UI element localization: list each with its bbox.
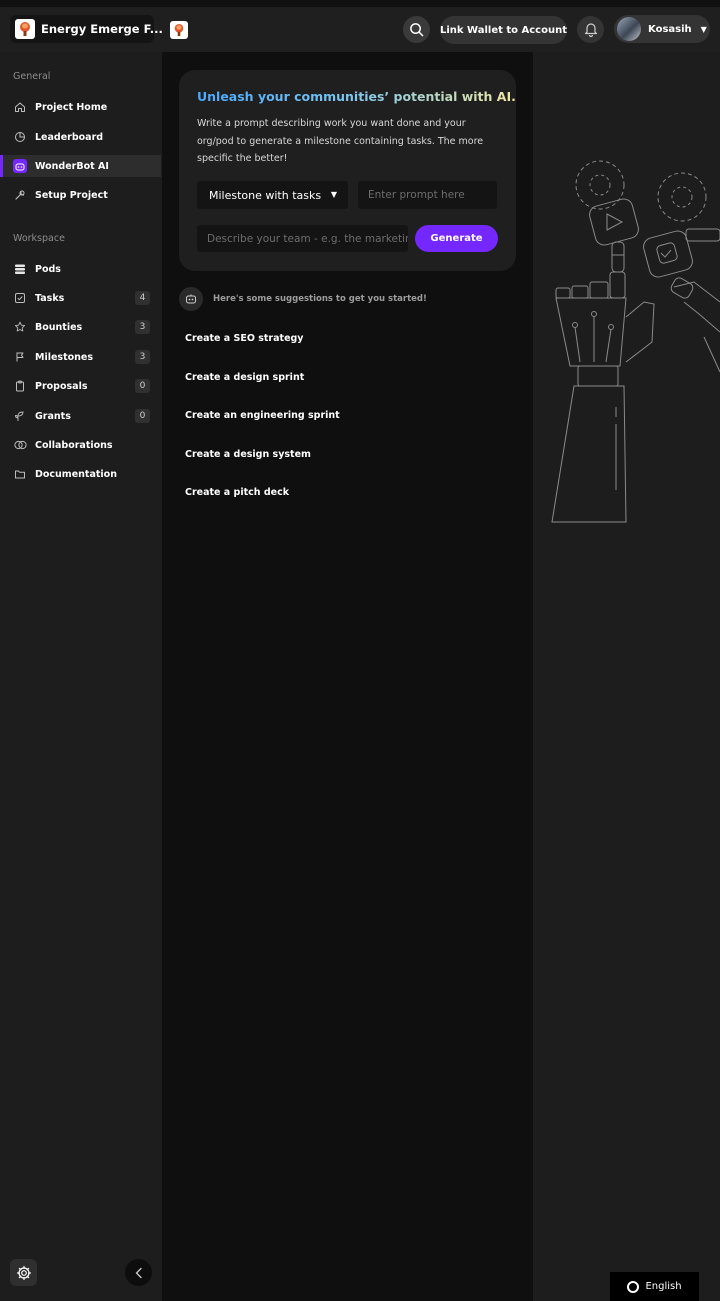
home-icon [13, 100, 27, 114]
language-label: English [645, 1281, 682, 1292]
sidebar-item-label: Project Home [35, 101, 108, 113]
suggestions-header: Here's some suggestions to get you start… [179, 287, 427, 311]
sidebar-item-grants[interactable]: Grants 0 [0, 405, 161, 427]
avatar [617, 17, 641, 41]
section-label-workspace: Workspace [13, 233, 65, 244]
settings-button[interactable] [10, 1259, 37, 1286]
chevron-left-icon [135, 1267, 142, 1278]
robot-hand-illustration [551, 160, 720, 523]
prompt-input[interactable] [358, 181, 497, 209]
sidebar-item-label: Setup Project [35, 189, 108, 201]
folder-icon [13, 467, 27, 481]
suggestion-item[interactable]: Create a design system [185, 449, 311, 460]
suggestion-item[interactable]: Create a design sprint [185, 372, 304, 383]
sidebar-item-label: Pods [35, 263, 61, 275]
suggestion-item[interactable]: Create an engineering sprint [185, 410, 340, 421]
robot-icon [179, 287, 203, 311]
org-name: Energy Emerge F... [41, 22, 163, 36]
language-button[interactable]: English [610, 1272, 699, 1301]
top-strip [0, 0, 720, 7]
sidebar-item-label: Grants [35, 410, 71, 422]
count-badge: 0 [135, 379, 150, 393]
link-wallet-button[interactable]: Link Wallet to Account [440, 16, 567, 44]
count-badge: 3 [135, 350, 150, 364]
wrench-icon [13, 188, 27, 202]
globe-icon [627, 1280, 640, 1293]
sidebar-item-label: Proposals [35, 380, 88, 392]
caret-down-icon: ▼ [330, 190, 337, 199]
sidebar-item-label: Milestones [35, 351, 93, 363]
count-badge: 4 [135, 291, 150, 305]
sidebar-item-project-home[interactable]: Project Home [0, 96, 161, 118]
suggestions-intro: Here's some suggestions to get you start… [213, 294, 427, 304]
select-value: Milestone with tasks [209, 188, 322, 202]
top-header: Energy Emerge F... ▼ Link Wallet to Acco… [0, 7, 720, 52]
chevron-down-icon: ▼ [700, 24, 707, 34]
sidebar-item-documentation[interactable]: Documentation [0, 463, 161, 485]
sidebar-item-tasks[interactable]: Tasks 4 [0, 287, 161, 309]
sidebar-item-label: Leaderboard [35, 131, 104, 143]
team-description-input[interactable] [197, 225, 408, 252]
sidebar: General Project Home Leaderboard WonderB… [0, 52, 161, 1301]
user-menu-button[interactable]: Kosasih ▼ [614, 15, 710, 43]
sprout-icon [13, 409, 27, 423]
illustration-panel [534, 52, 720, 1301]
sidebar-item-label: Tasks [35, 292, 65, 304]
search-icon [410, 23, 424, 37]
star-icon [13, 320, 27, 334]
sidebar-item-label: Bounties [35, 321, 83, 333]
card-title: Unleash your communities’ potential with… [197, 89, 516, 104]
checkbox-icon [13, 291, 27, 305]
sidebar-item-pods[interactable]: Pods [0, 258, 161, 280]
search-button[interactable] [403, 16, 430, 43]
sidebar-item-setup-project[interactable]: Setup Project [0, 184, 161, 206]
sidebar-item-label: Collaborations [35, 439, 113, 451]
sidebar-item-milestones[interactable]: Milestones 3 [0, 346, 161, 368]
pie-chart-icon [13, 130, 27, 144]
section-label-general: General [13, 71, 51, 82]
main-content: Unleash your communities’ potential with… [162, 52, 533, 1301]
sidebar-item-label: WonderBot AI [35, 160, 109, 172]
user-name: Kosasih [648, 23, 692, 35]
generation-type-select[interactable]: Milestone with tasks ▼ [197, 181, 348, 209]
gear-icon [16, 1265, 31, 1280]
sidebar-item-collaborations[interactable]: Collaborations [0, 434, 161, 456]
prompt-card: Unleash your communities’ potential with… [179, 70, 516, 271]
collapse-sidebar-button[interactable] [125, 1259, 152, 1286]
sidebar-item-bounties[interactable]: Bounties 3 [0, 316, 161, 338]
sidebar-item-proposals[interactable]: Proposals 0 [0, 375, 161, 397]
sidebar-item-leaderboard[interactable]: Leaderboard [0, 126, 161, 148]
clipboard-icon [13, 379, 27, 393]
overlap-circles-icon [13, 438, 27, 452]
org-avatar-icon[interactable] [170, 21, 188, 39]
count-badge: 3 [135, 320, 150, 334]
generate-button[interactable]: Generate [415, 225, 498, 252]
sidebar-item-wonderbot-ai[interactable]: WonderBot AI [0, 155, 161, 177]
flag-icon [13, 350, 27, 364]
suggestion-item[interactable]: Create a SEO strategy [185, 333, 304, 344]
stack-icon [13, 262, 27, 276]
card-description: Write a prompt describing work you want … [197, 118, 484, 164]
sidebar-item-label: Documentation [35, 468, 117, 480]
org-logo-icon [15, 19, 35, 39]
notifications-button[interactable] [577, 16, 604, 43]
robot-icon [13, 159, 27, 173]
count-badge: 0 [135, 409, 150, 423]
suggestion-item[interactable]: Create a pitch deck [185, 487, 289, 498]
org-switcher[interactable]: Energy Emerge F... ▼ [10, 15, 177, 43]
bell-icon [584, 23, 597, 37]
